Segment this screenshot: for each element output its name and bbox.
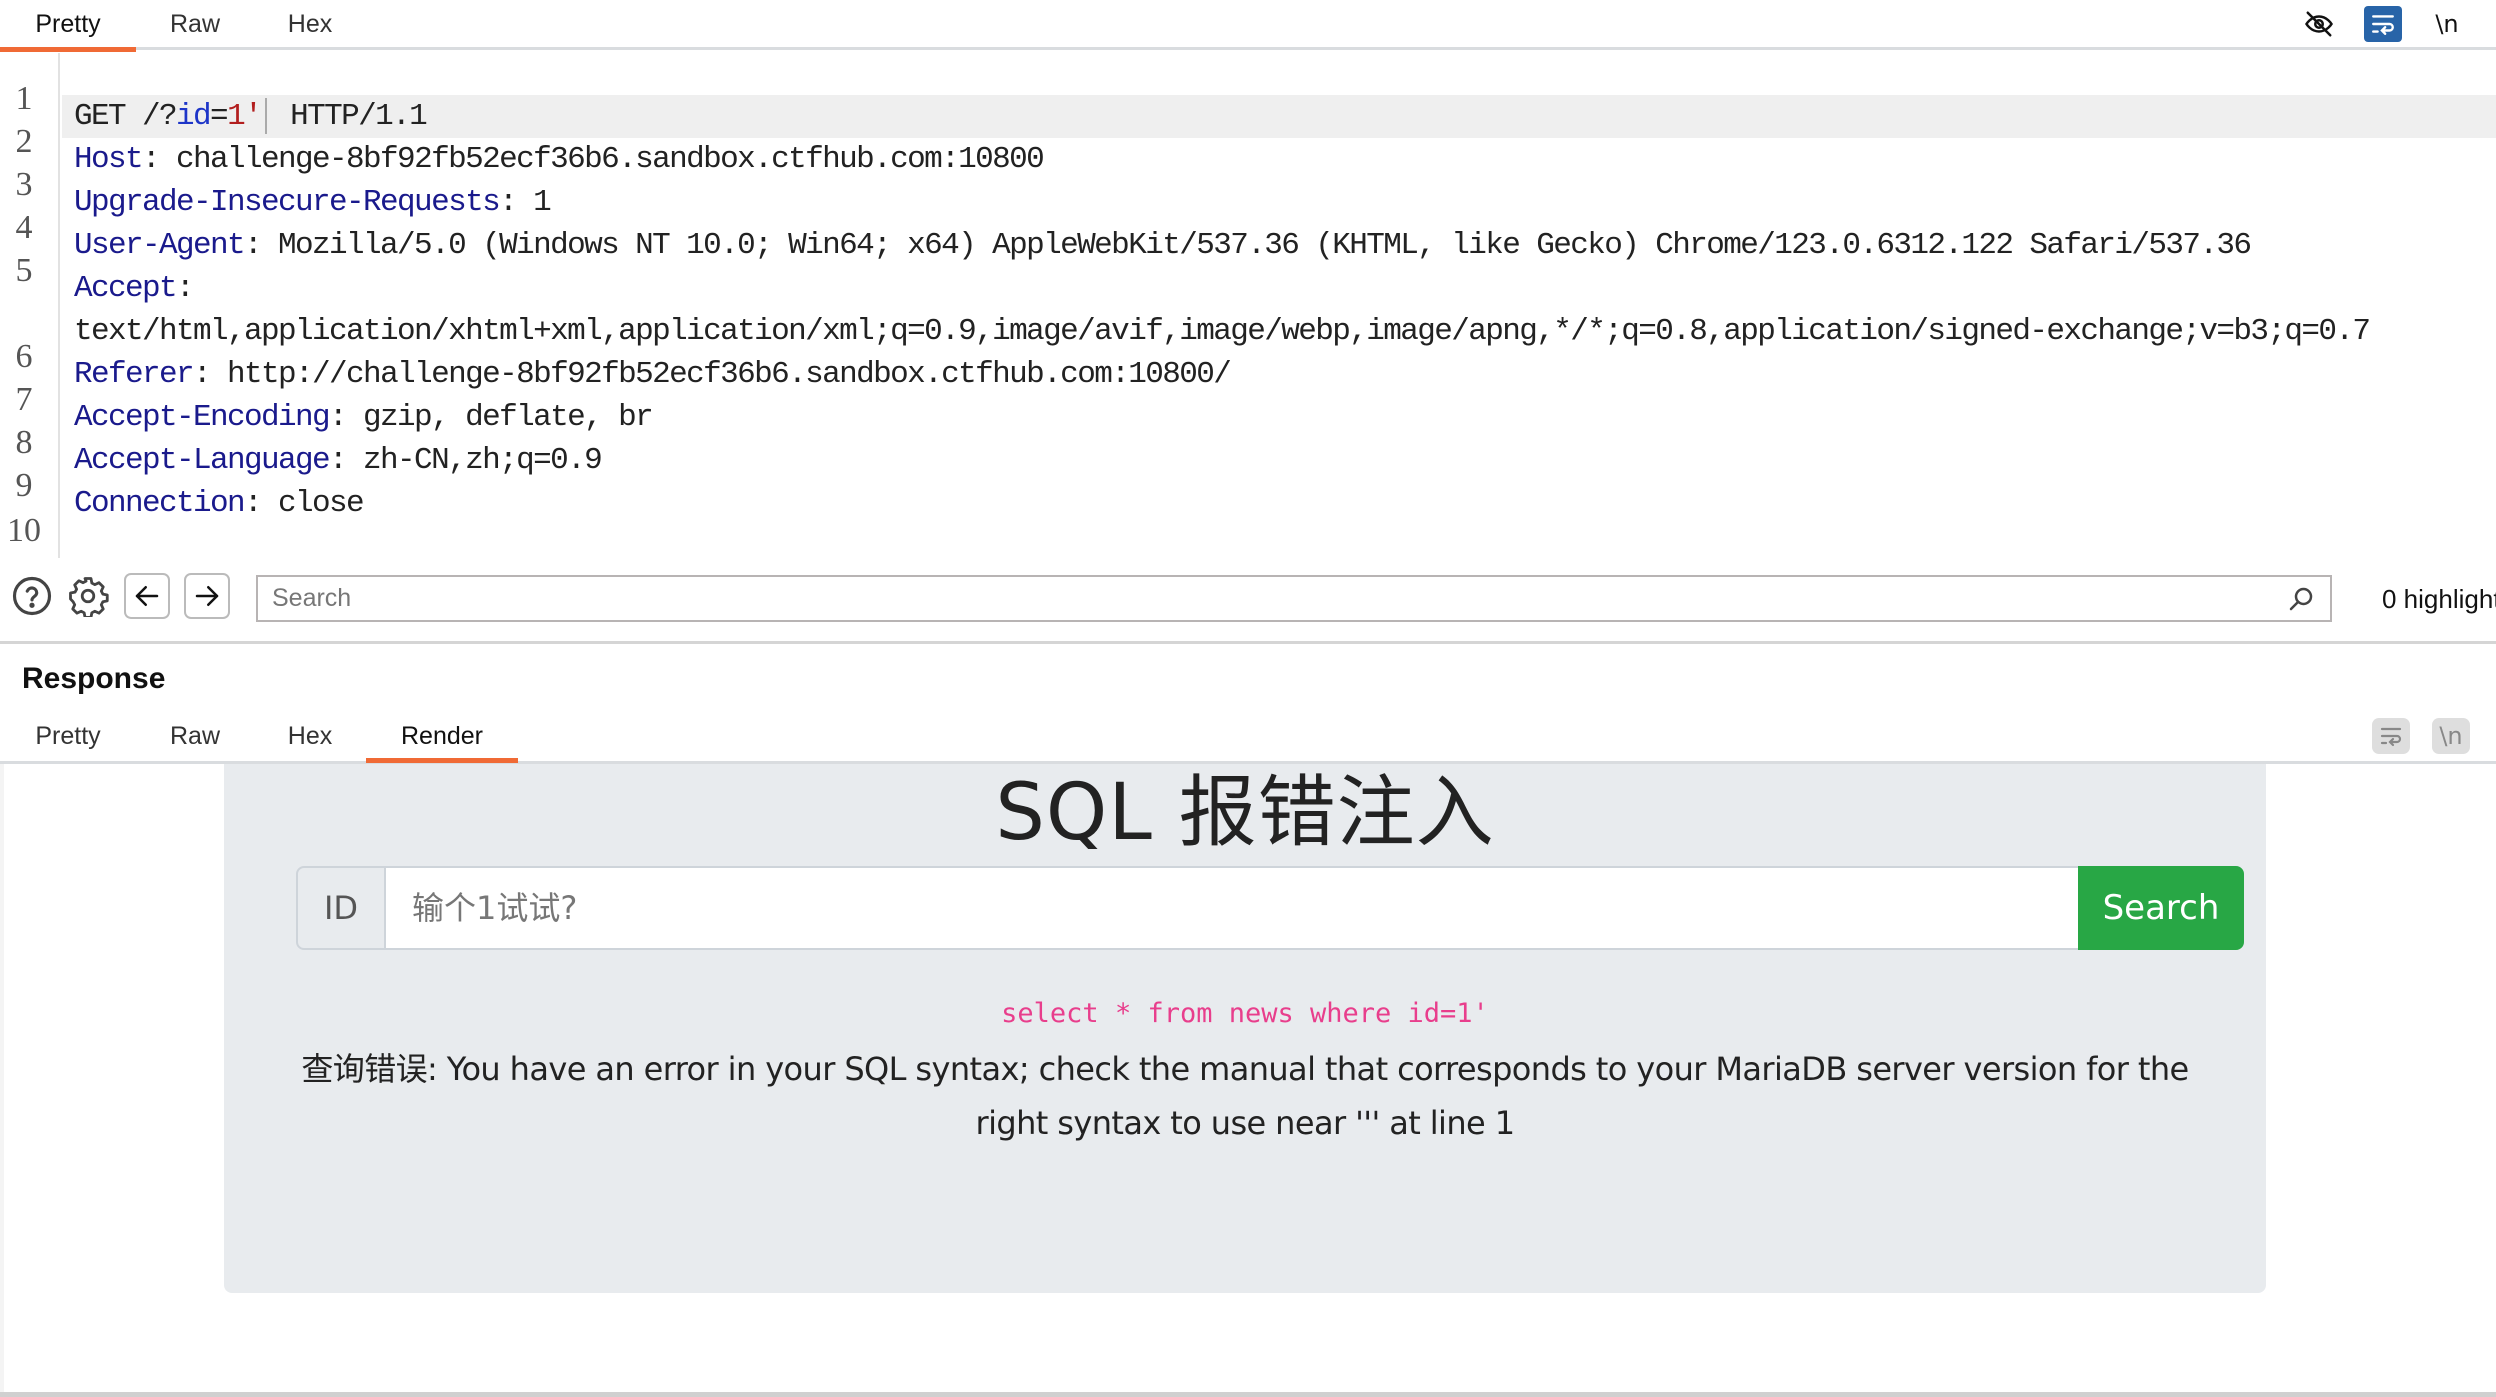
search-icon[interactable] (2286, 584, 2316, 614)
request-tab-raw[interactable]: Raw (160, 8, 230, 48)
request-tab-pretty[interactable]: Pretty (0, 8, 136, 52)
line-number: 11 (0, 552, 48, 558)
request-header-line: 4 User-Agent: Mozilla/5.0 (Windows NT 10… (0, 188, 2496, 263)
request-empty-line: 10 (0, 491, 2496, 549)
highlight-count: 0 highlights (2382, 584, 2496, 614)
request-line: 1 GET /?id=1' HTTP/1.1 (0, 59, 2496, 138)
response-tab-raw[interactable]: Raw (160, 720, 230, 760)
panel-bottom-border (0, 1392, 2496, 1397)
eye-off-icon (2305, 11, 2333, 37)
hide-nonprintable-button[interactable] (2300, 6, 2338, 42)
request-header-line: 2 Host: challenge-8bf92fb52ecf36b6.sandb… (0, 102, 2496, 177)
next-match-button[interactable] (184, 573, 230, 619)
request-header-line: 3 Upgrade-Insecure-Requests: 1 (0, 145, 2496, 220)
previous-match-button[interactable] (124, 573, 170, 619)
help-icon (12, 576, 52, 616)
sql-query-text: select * from news where id=1' (1001, 998, 1489, 1029)
id-label: ID (296, 866, 386, 950)
response-heading: Response (22, 662, 166, 695)
show-newlines-toggle[interactable]: \n (2428, 6, 2466, 42)
request-header-continuation: text/html,application/xhtml+xml,applicat… (0, 274, 2496, 349)
request-tab-hex[interactable]: Hex (280, 8, 340, 48)
id-input[interactable] (386, 868, 2078, 948)
newline-icon: \n (2435, 10, 2459, 38)
arrow-left-icon (135, 586, 159, 606)
gear-icon (69, 577, 109, 617)
response-tab-bar: Pretty Raw Hex Render \n (0, 712, 2496, 764)
rendered-jumbotron: SQL 报错注入 ID Search select * from news wh… (224, 764, 2266, 1293)
newline-icon: \n (2439, 722, 2463, 750)
request-header-line: 8 Accept-Language: zh-CN,zh;q=0.9 (0, 403, 2496, 478)
id-input-group: ID Search (296, 866, 2244, 950)
word-wrap-toggle[interactable] (2364, 6, 2402, 42)
response-view-options: \n (2372, 718, 2496, 754)
search-input[interactable] (258, 577, 2238, 620)
response-tab-hex[interactable]: Hex (280, 720, 340, 760)
response-tab-pretty[interactable]: Pretty (0, 720, 136, 760)
request-tab-bar: Pretty Raw Hex \n (0, 0, 2496, 52)
help-button[interactable] (10, 574, 54, 618)
response-tab-render[interactable]: Render (366, 720, 518, 763)
request-header-line: 9 Connection: close (0, 446, 2496, 521)
rendered-page: SQL 报错注入 ID Search select * from news wh… (0, 764, 2496, 1394)
response-word-wrap-toggle[interactable] (2372, 718, 2410, 754)
search-field (256, 575, 2332, 622)
rendered-page-title: SQL 报错注入 (995, 768, 1495, 858)
response-newline-toggle[interactable]: \n (2432, 718, 2470, 754)
arrow-right-icon (195, 586, 219, 606)
settings-button[interactable] (66, 574, 110, 618)
id-input-wrapper (386, 866, 2078, 950)
request-header-line: 5 Accept: (0, 231, 2496, 306)
request-view-options: \n (2300, 4, 2496, 44)
request-editor[interactable]: 1 GET /?id=1' HTTP/1.1 2 Host: challenge… (0, 53, 2496, 558)
request-header-line: 7 Accept-Encoding: gzip, deflate, br (0, 360, 2496, 435)
search-toolbar: 0 highlights (0, 560, 2496, 644)
word-wrap-icon (2372, 15, 2394, 35)
request-empty-line: 11 (0, 534, 2496, 558)
sql-error-message: 查询错误: You have an error in your SQL synt… (301, 1050, 2189, 1142)
rendered-search-button[interactable]: Search (2078, 866, 2244, 950)
word-wrap-icon (2380, 727, 2402, 747)
request-header-line: 6 Referer: http://challenge-8bf92fb52ecf… (0, 317, 2496, 392)
